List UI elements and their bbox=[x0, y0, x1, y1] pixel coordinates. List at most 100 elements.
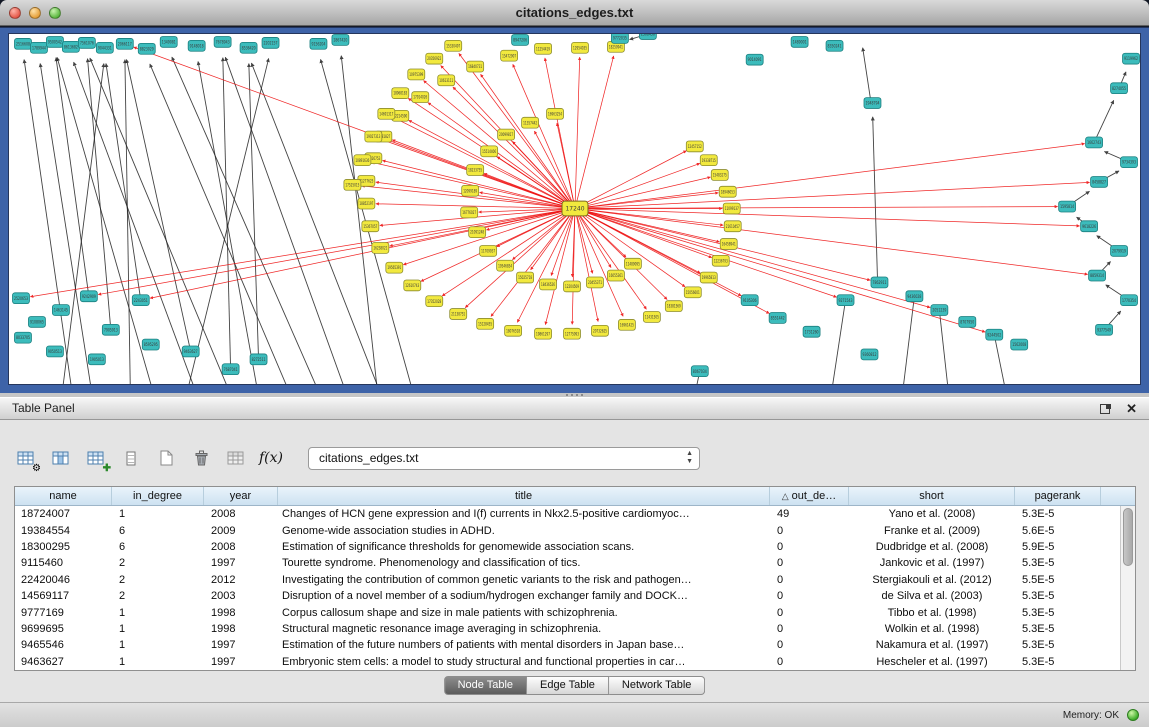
graph-node[interactable]: 8613682 bbox=[62, 41, 79, 52]
graph-node[interactable]: 11709937 bbox=[480, 245, 497, 256]
column-list-icon[interactable] bbox=[119, 445, 143, 471]
table-cell-short[interactable]: Stergiakouli et al. (2012) bbox=[849, 574, 1015, 586]
graph-node[interactable]: 9148018 bbox=[188, 40, 205, 51]
graph-node[interactable]: 9044331 bbox=[96, 42, 113, 53]
graph-node[interactable]: 16776027 bbox=[461, 207, 478, 218]
graph-node[interactable]: 15128455 bbox=[477, 318, 494, 329]
graph-node[interactable]: 19565391 bbox=[386, 262, 403, 273]
table-cell-title[interactable]: Changes of HCN gene expression and I(f) … bbox=[278, 508, 770, 520]
graph-node[interactable]: 2243051 bbox=[132, 295, 149, 306]
graph-node[interactable]: 19965813 bbox=[700, 272, 717, 283]
table-cell-pagerank[interactable]: 5.3E-5 bbox=[1015, 623, 1101, 635]
table-cell-out_degree[interactable]: 0 bbox=[770, 623, 849, 635]
table-cell-in_degree[interactable]: 1 bbox=[112, 639, 204, 651]
table-cell-title[interactable]: Structural magnetic resonance image aver… bbox=[278, 623, 770, 635]
graph-node[interactable]: 18076518 bbox=[505, 325, 522, 336]
graph-node[interactable]: 18946053 bbox=[719, 186, 736, 197]
column-header-title[interactable]: title bbox=[278, 487, 770, 505]
table-cell-title[interactable]: Corpus callosum shape and size in male p… bbox=[278, 607, 770, 619]
table-row[interactable]: 1872400712008Changes of HCN gene express… bbox=[15, 506, 1135, 522]
graph-node[interactable]: 9050513 bbox=[46, 346, 63, 357]
show-columns-icon[interactable] bbox=[49, 445, 73, 471]
table-cell-out_degree[interactable]: 49 bbox=[770, 508, 849, 520]
table-cell-year[interactable]: 2008 bbox=[204, 508, 278, 520]
graph-node[interactable]: 8707950 bbox=[959, 316, 976, 327]
table-row[interactable]: 2242004622012Investigating the contribut… bbox=[15, 572, 1135, 588]
graph-node[interactable]: 17525015 bbox=[344, 179, 361, 190]
graph-node[interactable]: 2079919 bbox=[1111, 245, 1128, 256]
table-cell-name[interactable]: 9777169 bbox=[15, 607, 112, 619]
graph-node[interactable]: 10613111 bbox=[438, 75, 455, 86]
graph-node[interactable]: 2066117 bbox=[116, 38, 133, 49]
table-cell-name[interactable]: 9115460 bbox=[15, 557, 112, 569]
table-cell-short[interactable]: Wolkin et al. (1998) bbox=[849, 623, 1015, 635]
table-options-icon[interactable] bbox=[224, 445, 248, 471]
table-cell-name[interactable]: 18300295 bbox=[15, 541, 112, 553]
graph-node[interactable]: 8859314 bbox=[1089, 270, 1106, 281]
graph-node[interactable]: 19027313 bbox=[365, 131, 382, 142]
graph-node[interactable]: 9734393 bbox=[1121, 157, 1138, 168]
close-button[interactable] bbox=[9, 7, 21, 19]
graph-node[interactable]: 9014091 bbox=[746, 54, 763, 65]
table-cell-out_degree[interactable]: 0 bbox=[770, 590, 849, 602]
table-cell-year[interactable]: 1997 bbox=[204, 557, 278, 569]
tab-edge-table[interactable]: Edge Table bbox=[527, 676, 609, 695]
zoom-button[interactable] bbox=[49, 7, 61, 19]
window-titlebar[interactable]: citations_edges.txt bbox=[0, 0, 1149, 26]
table-cell-pagerank[interactable]: 5.3E-5 bbox=[1015, 656, 1101, 668]
graph-node[interactable]: 1489001 bbox=[791, 36, 808, 47]
graph-node[interactable]: 11431505 bbox=[643, 312, 660, 323]
table-cell-name[interactable]: 22420046 bbox=[15, 574, 112, 586]
table-cell-name[interactable]: 9465546 bbox=[15, 639, 112, 651]
table-cell-year[interactable]: 1998 bbox=[204, 623, 278, 635]
graph-node[interactable]: 8274055 bbox=[1111, 83, 1128, 94]
graph-node[interactable]: 1662743 bbox=[1086, 137, 1103, 148]
table-cell-title[interactable]: Disruption of a novel member of a sodium… bbox=[278, 590, 770, 602]
graph-node[interactable]: 15367057 bbox=[362, 221, 379, 232]
table-cell-short[interactable]: Tibbo et al. (1998) bbox=[849, 607, 1015, 619]
graph-node[interactable]: 16458941 bbox=[720, 239, 737, 250]
graph-node[interactable]: 20732625 bbox=[591, 325, 608, 336]
table-cell-short[interactable]: Jankovic et al. (1997) bbox=[849, 557, 1015, 569]
graph-node[interactable]: 10975399 bbox=[408, 69, 425, 80]
graph-node[interactable]: 1948794 bbox=[864, 98, 881, 109]
graph-node[interactable]: 9436028 bbox=[906, 291, 923, 302]
table-cell-in_degree[interactable]: 2 bbox=[112, 590, 204, 602]
graph-node[interactable]: 8067034 bbox=[691, 366, 708, 377]
tab-node-table[interactable]: Node Table bbox=[444, 676, 527, 695]
graph-node[interactable]: 8595295 bbox=[142, 339, 159, 350]
graph-node[interactable]: 10891636 bbox=[354, 155, 371, 166]
column-header-name[interactable]: name bbox=[15, 487, 112, 505]
table-cell-title[interactable]: Investigating the contribution of common… bbox=[278, 574, 770, 586]
graph-node[interactable]: 18068183 bbox=[392, 88, 409, 99]
graph-node[interactable]: 12610743 bbox=[404, 280, 421, 291]
table-cell-name[interactable]: 19384554 bbox=[15, 525, 112, 537]
graph-node[interactable]: 9377549 bbox=[1096, 324, 1113, 335]
table-cell-year[interactable]: 1997 bbox=[204, 639, 278, 651]
column-header-in_degree[interactable]: in_degree bbox=[112, 487, 204, 505]
table-panel-header[interactable]: Table Panel ✕ bbox=[0, 397, 1149, 420]
table-cell-short[interactable]: Dudbridge et al. (2008) bbox=[849, 541, 1015, 553]
network-window[interactable]: citations_edges.txt 18250941129540351125… bbox=[0, 0, 1149, 393]
table-cell-short[interactable]: de Silva et al. (2003) bbox=[849, 590, 1015, 602]
minimize-button[interactable] bbox=[29, 7, 41, 19]
table-cell-title[interactable]: Estimation of significance thresholds fo… bbox=[278, 541, 770, 553]
graph-node[interactable]: 8350241 bbox=[826, 40, 843, 51]
graph-node[interactable]: 9360812 bbox=[861, 349, 878, 360]
graph-node[interactable]: 19546854 bbox=[497, 260, 514, 271]
graph-node[interactable]: 12099189 bbox=[462, 185, 479, 196]
graph-node[interactable]: 1349081 bbox=[160, 36, 177, 47]
column-header-out_degree[interactable]: △out_de… bbox=[770, 487, 849, 505]
graph-node[interactable]: 2308456 bbox=[639, 34, 656, 39]
table-row[interactable]: 977716911998Corpus callosum shape and si… bbox=[15, 604, 1135, 620]
graph-node[interactable]: 15025718 bbox=[517, 272, 534, 283]
table-row[interactable]: 1938455462009Genome-wide association stu… bbox=[15, 522, 1135, 538]
table-cell-pagerank[interactable]: 5.6E-5 bbox=[1015, 525, 1101, 537]
scrollbar-thumb[interactable] bbox=[1123, 508, 1133, 566]
table-row[interactable]: 946362711997Embryonic stem cells: a mode… bbox=[15, 654, 1135, 670]
graph-node[interactable]: 8551442 bbox=[769, 313, 786, 324]
table-cell-name[interactable]: 9699695 bbox=[15, 623, 112, 635]
table-cell-out_degree[interactable]: 0 bbox=[770, 639, 849, 651]
graph-node[interactable]: 19338715 bbox=[700, 155, 717, 166]
table-cell-in_degree[interactable]: 1 bbox=[112, 656, 204, 668]
